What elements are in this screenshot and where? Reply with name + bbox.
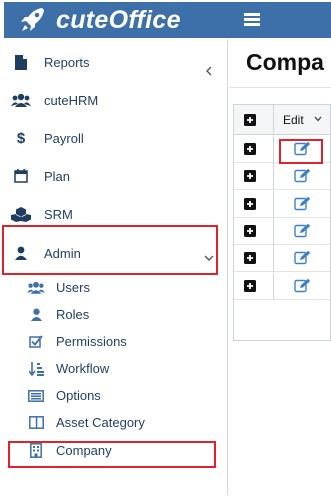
expand-cell [234, 190, 274, 218]
columns-icon [26, 415, 46, 431]
checkbox-icon [26, 334, 46, 350]
hamburger-icon [244, 13, 260, 26]
users-icon [10, 91, 32, 109]
expand-cell [234, 217, 274, 245]
expand-cell [234, 163, 274, 191]
expand-header-cell [234, 105, 274, 135]
plus-square-icon[interactable] [244, 114, 256, 126]
company-highlight-box [8, 441, 216, 468]
plus-square-icon[interactable] [244, 279, 256, 292]
edit-icon[interactable] [294, 278, 311, 293]
submenu-item-options[interactable]: Options [4, 382, 228, 409]
expand-cell [234, 136, 274, 163]
sidebar-item-label: cuteHRM [44, 92, 99, 108]
cubes-icon [10, 205, 32, 223]
table-row [234, 245, 330, 273]
submenu-item-label: Permissions [56, 334, 127, 349]
brand-logo[interactable]: cuteOffice [4, 2, 228, 38]
divider [229, 87, 331, 88]
grid-header: Edit [234, 105, 330, 135]
submenu-item-asset-category[interactable]: Asset Category [4, 409, 228, 436]
admin-highlight-box [2, 225, 218, 275]
sidebar-item-plan[interactable]: Plan [4, 157, 228, 195]
table-row [234, 163, 330, 191]
plus-square-icon[interactable] [244, 170, 256, 183]
menu-toggle-button[interactable] [228, 2, 331, 38]
sidebar-item-label: Reports [44, 54, 90, 70]
plus-square-icon[interactable] [244, 197, 256, 210]
sidebar-item-payroll[interactable]: $ Payroll [4, 119, 228, 157]
edit-icon[interactable] [294, 168, 311, 183]
app-name: cuteOffice [56, 5, 181, 34]
plus-square-icon[interactable] [244, 252, 256, 265]
chevron-left-icon[interactable] [204, 66, 214, 76]
submenu-item-label: Workflow [56, 361, 110, 376]
user-icon [26, 307, 46, 323]
submenu-item-workflow[interactable]: Workflow [4, 355, 228, 382]
sort-list-icon [26, 361, 46, 377]
sidebar: Reports cuteHRM $ Payroll Plan SRM Admin [2, 39, 228, 495]
calendar-icon [10, 167, 32, 185]
expand-cell [234, 245, 274, 273]
sidebar-item-label: Payroll [44, 130, 84, 146]
submenu-item-label: Asset Category [56, 415, 145, 430]
rocket-icon [21, 8, 44, 31]
edit-icon[interactable] [294, 250, 311, 265]
top-header: cuteOffice [0, 0, 331, 39]
submenu-item-roles[interactable]: Roles [4, 301, 228, 328]
submenu-item-label: Options [56, 388, 101, 403]
submenu-item-label: Users [56, 280, 90, 295]
caret-down-icon[interactable] [314, 116, 322, 122]
edit-icon[interactable] [294, 196, 311, 211]
sidebar-item-label: Plan [44, 168, 71, 184]
page-title: Compa [246, 49, 324, 75]
submenu-item-permissions[interactable]: Permissions [4, 328, 228, 355]
submenu-item-users[interactable]: Users [4, 274, 228, 301]
table-row [234, 272, 330, 300]
plus-square-icon[interactable] [244, 143, 256, 155]
main-content: Compa Edit [229, 39, 331, 497]
submenu-item-label: Roles [56, 307, 90, 322]
table-row [234, 217, 330, 245]
sidebar-item-reports[interactable]: Reports [4, 43, 228, 81]
sidebar-item-label: SRM [44, 206, 73, 222]
edit-icon[interactable] [294, 223, 311, 238]
sidebar-item-cutehrm[interactable]: cuteHRM [4, 81, 228, 119]
column-header-edit[interactable]: Edit [283, 113, 304, 127]
edit-highlight-box [279, 139, 323, 164]
dollar-icon: $ [16, 129, 26, 147]
file-icon [10, 53, 32, 71]
plus-square-icon[interactable] [244, 224, 256, 237]
table-row [234, 190, 330, 218]
users-icon [26, 280, 46, 296]
expand-cell [234, 272, 274, 300]
list-box-icon [26, 388, 46, 404]
